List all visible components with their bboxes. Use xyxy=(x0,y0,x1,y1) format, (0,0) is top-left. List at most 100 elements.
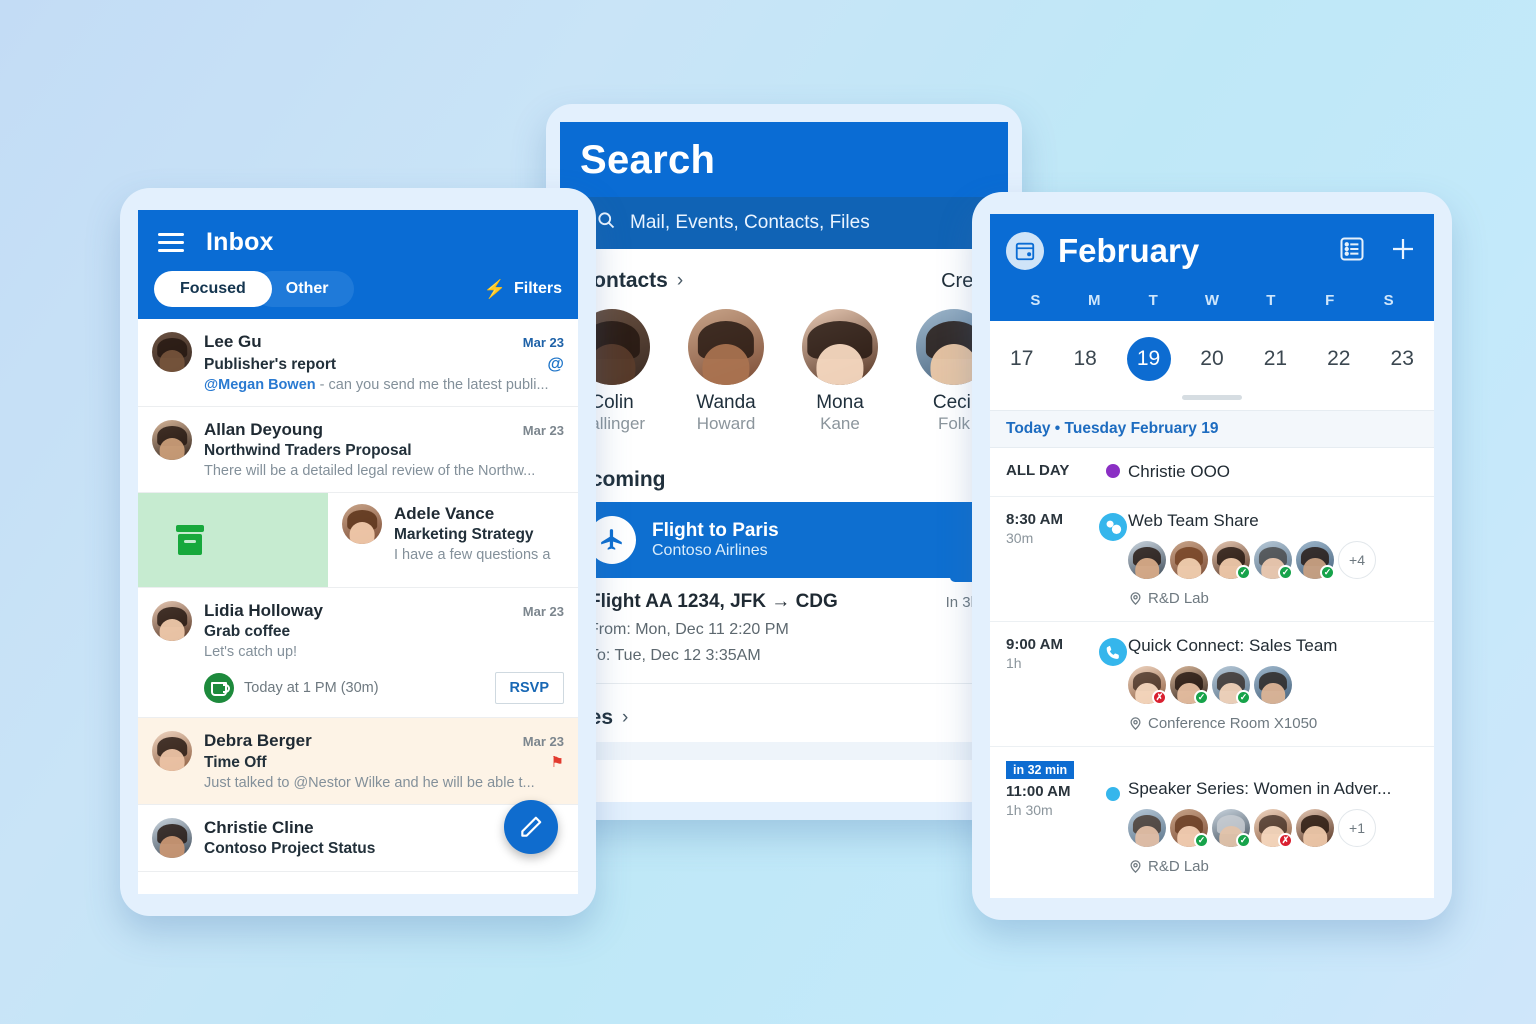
attendee-avatar[interactable]: ✓ xyxy=(1296,541,1335,580)
event-duration: 30m xyxy=(1006,530,1034,546)
message-sender: Allan Deyoung xyxy=(204,420,324,439)
message-subject: Marketing Strategy xyxy=(394,526,534,543)
agenda-event-row[interactable]: 9:00 AM 1h Quick Connect: Sales Team ✗ ✓… xyxy=(990,622,1434,747)
attendee-avatar[interactable]: ✓ xyxy=(1212,666,1251,705)
calendar-app-icon[interactable] xyxy=(1006,232,1044,270)
message-preview: Let's catch up! xyxy=(204,644,298,660)
attendee-avatar[interactable]: ✗ xyxy=(1128,666,1167,705)
attendee-overflow-count[interactable]: +1 xyxy=(1338,809,1376,847)
message-sender: Adele Vance xyxy=(394,504,495,523)
agenda-event-row[interactable]: ALL DAY Christie OOO xyxy=(990,448,1434,497)
message-preview: @Megan Bowen - can you send me the lates… xyxy=(204,377,564,393)
message-list: Lee Gu Mar 23 Publisher's report @ @Mega… xyxy=(138,319,578,872)
compose-button[interactable] xyxy=(504,800,558,854)
message-subject: Publisher's report xyxy=(204,356,337,373)
agenda-event-row[interactable]: 8:30 AM 30m Web Team Share ✓ ✓ ✓ +4 R&D … xyxy=(990,497,1434,622)
attendee-avatar[interactable]: ✓ xyxy=(1254,541,1293,580)
list-item-swiped[interactable]: Adele Vance Marketing Strategy I have a … xyxy=(138,493,578,588)
status-accepted-badge: ✓ xyxy=(1236,833,1251,848)
chevron-right-icon[interactable]: › xyxy=(677,270,683,292)
hamburger-menu-icon[interactable] xyxy=(158,228,184,257)
attendee-avatar[interactable]: ✓ xyxy=(1212,809,1251,848)
weekday-label: T xyxy=(1266,292,1276,309)
archive-swipe-action[interactable] xyxy=(138,493,328,587)
attendee-avatar[interactable]: ✓ xyxy=(1212,541,1251,580)
message-subject: Northwind Traders Proposal xyxy=(204,442,412,459)
flight-code: Flight AA 1234, JFK → CDG xyxy=(589,591,838,612)
attendee-avatar[interactable] xyxy=(1254,666,1292,704)
event-category-dot xyxy=(1106,464,1120,478)
chevron-right-icon[interactable]: › xyxy=(622,707,628,729)
weekday-label: F xyxy=(1325,292,1335,309)
tab-focused[interactable]: Focused xyxy=(154,271,272,307)
calendar-header: February S M T W T F S xyxy=(990,214,1434,321)
message-subject: Grab coffee xyxy=(204,623,291,640)
flag-icon[interactable]: ⚑ xyxy=(551,753,564,771)
weekday-label: S xyxy=(1030,292,1041,309)
event-countdown-badge: in 32 min xyxy=(1006,761,1075,779)
message-subject: Contoso Project Status xyxy=(204,840,376,857)
status-declined-badge: ✗ xyxy=(1278,833,1293,848)
swiped-message-card[interactable]: Adele Vance Marketing Strategy I have a … xyxy=(328,493,578,587)
date-cell-selected[interactable]: 19 xyxy=(1117,337,1180,381)
flight-title: Flight to Paris xyxy=(652,520,779,541)
page-title: Inbox xyxy=(206,228,274,256)
sheet-grabber-handle[interactable] xyxy=(1182,395,1242,400)
message-preview: I have a few questions a xyxy=(394,547,551,563)
coffee-meeting-icon xyxy=(204,673,234,703)
attendee-avatar[interactable]: ✓ xyxy=(1170,809,1209,848)
filters-label: Filters xyxy=(513,280,562,297)
contact-card[interactable]: Mona Kane xyxy=(794,309,886,434)
agenda-event-row[interactable]: in 32 min 11:00 AM 1h 30m Speaker Series… xyxy=(990,747,1434,889)
agenda-list-icon[interactable] xyxy=(1338,235,1366,268)
weekday-label: S xyxy=(1383,292,1394,309)
list-item[interactable]: Allan Deyoung Mar 23 Northwind Traders P… xyxy=(138,407,578,493)
date-cell[interactable]: 17 xyxy=(990,337,1053,381)
date-strip: 17 18 19 20 21 22 23 xyxy=(990,321,1434,391)
event-time: 8:30 AM xyxy=(1006,511,1063,528)
avatar xyxy=(802,309,878,385)
attendee-avatar[interactable]: ✓ xyxy=(1170,666,1209,705)
list-item[interactable]: Lee Gu Mar 23 Publisher's report @ @Mega… xyxy=(138,319,578,407)
files-placeholder-row xyxy=(572,742,996,760)
flight-card[interactable]: Flight to Paris Contoso Airlines Flight … xyxy=(572,502,1008,684)
date-number: 21 xyxy=(1263,347,1288,370)
contact-card[interactable]: Wanda Howard xyxy=(680,309,772,434)
date-cell[interactable]: 23 xyxy=(1371,337,1434,381)
status-accepted-badge: ✓ xyxy=(1320,565,1335,580)
date-number: 20 xyxy=(1200,347,1224,370)
flight-card-header: Flight to Paris Contoso Airlines xyxy=(572,502,996,578)
message-sender: Lee Gu xyxy=(204,332,262,351)
attendee-row: ✗ ✓ ✓ xyxy=(1128,666,1420,705)
inbox-screen: Inbox Other Focused ⚡ Filters Lee Gu Mar… xyxy=(138,210,578,894)
filters-button[interactable]: ⚡ Filters xyxy=(484,279,562,300)
list-item[interactable]: Debra Berger Mar 23 Time Off ⚑ Just talk… xyxy=(138,718,578,805)
date-cell[interactable]: 20 xyxy=(1180,337,1243,381)
event-location: Conference Room X1050 xyxy=(1128,715,1420,732)
message-preview: Just talked to @Nestor Wilke and he will… xyxy=(204,775,535,791)
attendee-avatar[interactable] xyxy=(1170,541,1208,579)
search-input-placeholder[interactable]: Mail, Events, Contacts, Files xyxy=(630,212,870,234)
plus-icon[interactable] xyxy=(1388,234,1418,269)
calendar-device-frame: February S M T W T F S 17 18 19 20 21 22… xyxy=(972,192,1452,920)
date-cell[interactable]: 21 xyxy=(1244,337,1307,381)
rsvp-button[interactable]: RSVP xyxy=(494,672,564,704)
date-cell[interactable]: 18 xyxy=(1053,337,1116,381)
attendee-overflow-count[interactable]: +4 xyxy=(1338,541,1376,579)
attendee-avatar[interactable] xyxy=(1296,809,1334,847)
date-cell[interactable]: 22 xyxy=(1307,337,1370,381)
list-item[interactable]: Lidia Holloway Mar 23 Grab coffee Let's … xyxy=(138,588,578,718)
archive-box-icon xyxy=(176,525,204,555)
mention-icon: @ xyxy=(547,354,564,373)
attendee-avatar[interactable] xyxy=(1128,541,1166,579)
lightning-bolt-icon: ⚡ xyxy=(483,278,506,299)
status-accepted-badge: ✓ xyxy=(1278,565,1293,580)
map-pin-icon xyxy=(1130,860,1141,873)
avatar xyxy=(152,601,192,641)
attendee-avatar[interactable]: ✗ xyxy=(1254,809,1293,848)
contact-last-name: Howard xyxy=(696,414,756,433)
flight-airline: Contoso Airlines xyxy=(652,542,768,559)
message-sender: Lidia Holloway xyxy=(204,601,324,620)
attendee-avatar[interactable] xyxy=(1128,809,1166,847)
search-input-bar[interactable]: Mail, Events, Contacts, Files xyxy=(580,197,988,249)
